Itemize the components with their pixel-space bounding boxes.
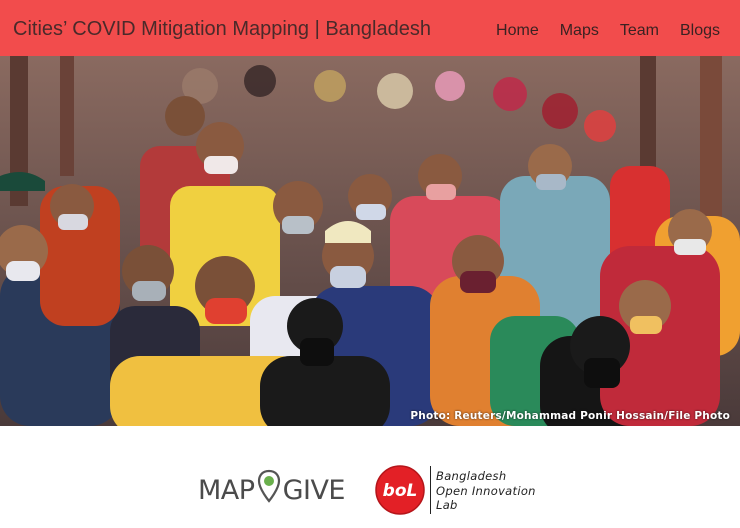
bol-logo[interactable]: boL: [374, 464, 426, 516]
main-nav: Home Maps Team Blogs: [475, 22, 720, 40]
bol-name: Bangladesh Open Innovation Lab: [436, 469, 536, 513]
bol-divider: [430, 466, 431, 514]
mapgive-give-word: GIVE: [282, 474, 346, 506]
hero-photo: Photo: Reuters/Mohammad Ponir Hossain/Fi…: [0, 56, 740, 426]
bol-logo-text: boL: [383, 481, 418, 501]
nav-link-maps[interactable]: Maps: [560, 22, 599, 40]
mapgive-logo[interactable]: MAP GIVE: [198, 469, 346, 507]
photo-credit: Photo: Reuters/Mohammad Ponir Hossain/Fi…: [410, 410, 730, 422]
site-title[interactable]: Cities’ COVID Mitigation Mapping | Bangl…: [13, 18, 431, 41]
nav-link-home[interactable]: Home: [496, 22, 539, 40]
bol-name-line-2: Open Innovation: [436, 483, 536, 498]
mapgive-map-word: MAP: [198, 474, 255, 506]
footer-logos: MAP GIVE boL Bangladesh Open Innovation …: [0, 426, 740, 528]
nav-link-team[interactable]: Team: [620, 22, 659, 40]
nav-link-blogs[interactable]: Blogs: [680, 22, 720, 40]
map-pin-icon: [257, 469, 280, 503]
bol-name-line-3: Lab: [436, 498, 458, 512]
crowd-illustration: [0, 56, 740, 426]
top-navbar: Cities’ COVID Mitigation Mapping | Bangl…: [0, 0, 740, 56]
bol-name-line-1: Bangladesh: [436, 469, 507, 483]
